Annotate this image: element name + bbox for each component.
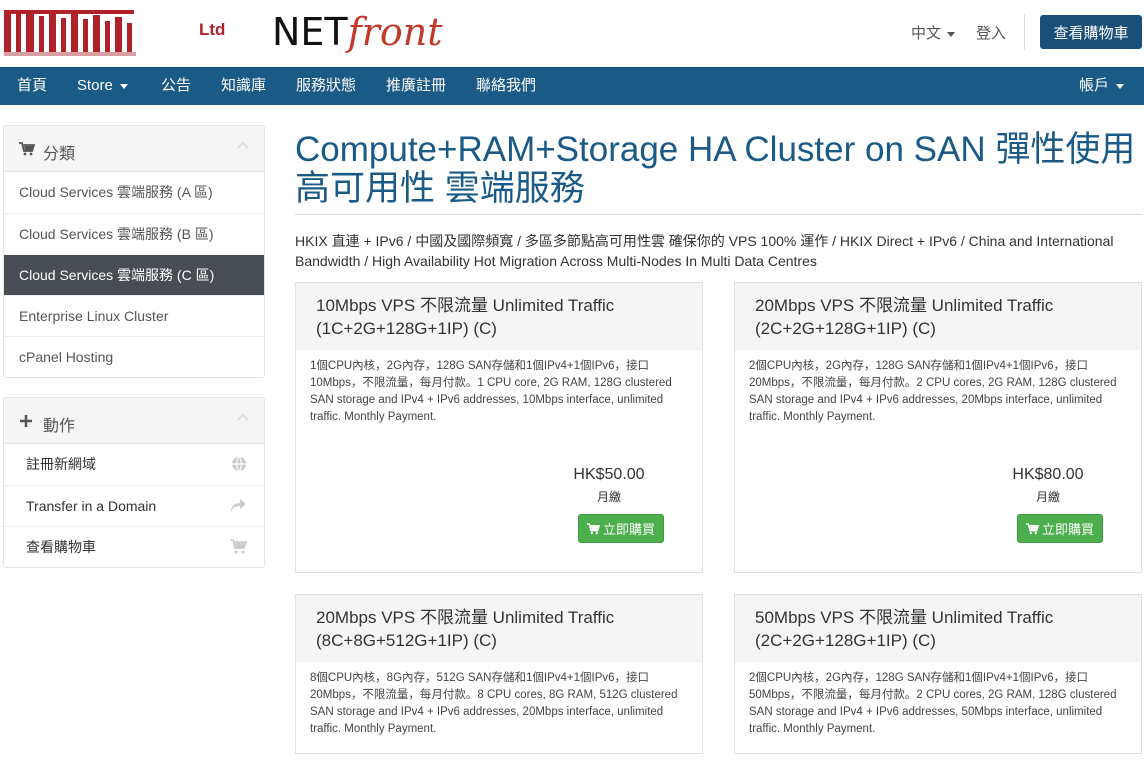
cart-icon [586, 522, 600, 534]
nav-item-contact[interactable]: 聯絡我們 [476, 67, 536, 105]
product-billing-cycle: 月繳 [1035, 490, 1060, 504]
site-header: Ltd NETfront 中文 登入 查看購物車 [0, 0, 1144, 67]
product-name: 20Mbps VPS 不限流量 Unlimited Traffic (2C+2G… [735, 283, 1141, 350]
header-divider [1024, 14, 1025, 50]
action-transfer-domain-label: Transfer in a Domain [26, 498, 157, 514]
chevron-up-icon[interactable] [237, 413, 249, 421]
language-label: 中文 [911, 25, 942, 42]
product-card: 20Mbps VPS 不限流量 Unlimited Traffic (2C+2G… [734, 282, 1142, 573]
actions-title: 動作 [43, 418, 76, 435]
chevron-down-icon [119, 83, 128, 89]
logo-net-text: NET [272, 10, 348, 54]
order-now-button[interactable]: 立即購買 [1017, 514, 1103, 543]
category-item-cloud-a[interactable]: Cloud Services 雲端服務 (A 區) [4, 172, 264, 213]
category-item-enterprise-linux[interactable]: Enterprise Linux Cluster [4, 295, 264, 336]
globe-icon [232, 456, 246, 472]
nav-item-knowledgebase[interactable]: 知識庫 [221, 67, 266, 105]
language-dropdown[interactable]: 中文 [911, 22, 956, 43]
page-title: Compute+RAM+Storage HA Cluster on SAN 彈性… [295, 130, 1136, 208]
nav-account-label: 帳戶 [1079, 77, 1110, 94]
nav-item-announcements[interactable]: 公告 [161, 67, 191, 105]
nav-item-affiliates[interactable]: 推廣註冊 [386, 67, 446, 105]
cart-icon [19, 142, 35, 156]
action-register-domain-label: 註冊新網域 [26, 456, 96, 472]
login-link[interactable]: 登入 [976, 22, 1006, 43]
logo-wordmark: NETfront [272, 10, 443, 54]
product-description: 2個CPU內核，2G內存，128G SAN存儲和1個IPv4+1個IPv6，接口… [749, 360, 1117, 423]
view-cart-button[interactable]: 查看購物車 [1040, 15, 1142, 49]
nav-item-network-status[interactable]: 服務狀態 [296, 67, 356, 105]
product-price: HK$80.00 [1012, 466, 1084, 483]
category-item-cpanel[interactable]: cPanel Hosting [4, 336, 264, 377]
actions-panel: 動作 註冊新網域 Transfer in a Domain 查看購物車 [3, 397, 265, 568]
page-description: HKIX 直連 + IPv6 / 中國及國際頻寬 / 多區多節點高可用性雲 確保… [295, 233, 1114, 269]
nav-item-account[interactable]: 帳戶 [1079, 67, 1125, 105]
categories-panel-header[interactable]: 分類 [4, 126, 264, 172]
logo-front-text: front [347, 10, 443, 54]
order-now-button[interactable]: 立即購買 [578, 514, 664, 543]
product-name: 50Mbps VPS 不限流量 Unlimited Traffic (2C+2G… [735, 595, 1141, 662]
product-billing-cycle: 月繳 [596, 490, 621, 504]
category-item-cloud-c[interactable]: Cloud Services 雲端服務 (C 區) [4, 254, 264, 295]
nav-item-store[interactable]: Store [77, 67, 128, 105]
categories-panel: 分類 Cloud Services 雲端服務 (A 區) Cloud Servi… [3, 125, 265, 378]
product-name: 10Mbps VPS 不限流量 Unlimited Traffic (1C+2G… [296, 283, 702, 350]
chevron-down-icon [1116, 83, 1125, 89]
product-price: HK$50.00 [573, 466, 645, 483]
share-arrow-icon [231, 499, 246, 512]
product-card: 10Mbps VPS 不限流量 Unlimited Traffic (1C+2G… [295, 282, 703, 573]
nav-store-label: Store [77, 77, 113, 94]
product-description: 1個CPU內核，2G內存，128G SAN存儲和1個IPv4+1個IPv6，接口… [310, 360, 672, 423]
site-logo[interactable]: Ltd NETfront [0, 0, 460, 60]
title-divider [295, 214, 1142, 215]
nav-item-home[interactable]: 首頁 [17, 67, 47, 105]
order-now-label: 立即購買 [1041, 522, 1094, 537]
product-name: 20Mbps VPS 不限流量 Unlimited Traffic (8C+8G… [296, 595, 702, 662]
cart-icon [1025, 522, 1039, 534]
chevron-down-icon [947, 31, 956, 37]
categories-title: 分類 [43, 146, 76, 163]
action-transfer-domain[interactable]: Transfer in a Domain [4, 485, 264, 526]
order-now-label: 立即購買 [602, 522, 655, 537]
chevron-up-icon[interactable] [237, 141, 249, 149]
action-register-domain[interactable]: 註冊新網域 [4, 444, 264, 485]
product-card: 50Mbps VPS 不限流量 Unlimited Traffic (2C+2G… [734, 594, 1142, 754]
action-view-cart[interactable]: 查看購物車 [4, 526, 264, 567]
product-description: 8個CPU內核，8G內存，512G SAN存儲和1個IPv4+1個IPv6，接口… [310, 672, 678, 735]
category-item-cloud-b[interactable]: Cloud Services 雲端服務 (B 區) [4, 213, 264, 254]
logo-bars-graphic [4, 10, 136, 56]
product-card: 20Mbps VPS 不限流量 Unlimited Traffic (8C+8G… [295, 594, 703, 754]
product-description: 2個CPU內核，2G內存，128G SAN存儲和1個IPv4+1個IPv6，接口… [749, 672, 1117, 735]
logo-ltd-text: Ltd [199, 20, 226, 39]
plus-icon [20, 415, 32, 427]
actions-panel-header[interactable]: 動作 [4, 398, 264, 444]
cart-icon [230, 539, 247, 554]
action-view-cart-label: 查看購物車 [26, 539, 96, 555]
main-navbar: 首頁 Store 公告 知識庫 服務狀態 推廣註冊 聯絡我們 帳戶 [0, 67, 1144, 105]
